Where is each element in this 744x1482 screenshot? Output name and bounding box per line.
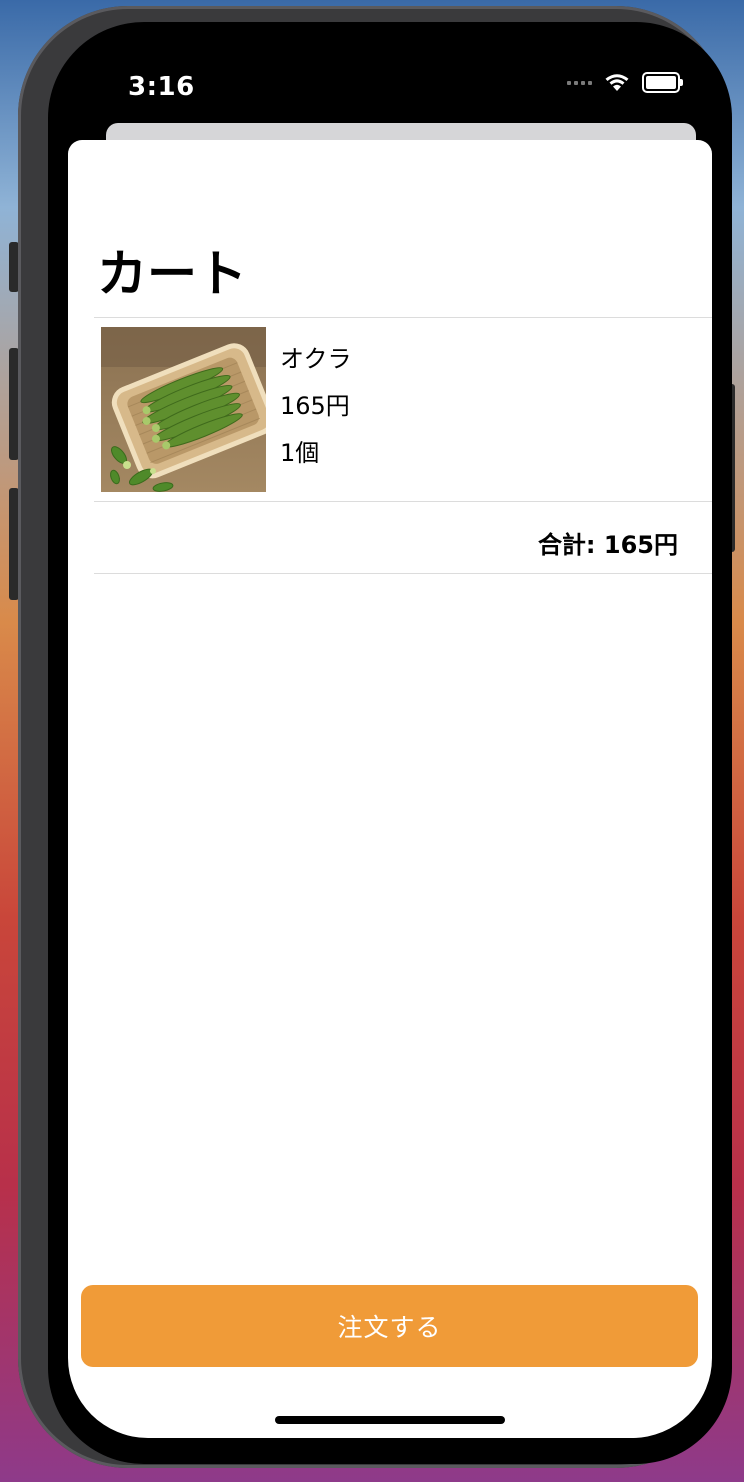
product-image-okra <box>101 327 266 492</box>
screen: 3:16 カート オクラ 165円 1個 合計: 165円 注文する <box>48 22 732 1464</box>
divider <box>94 573 712 574</box>
page-title: カート <box>97 245 247 303</box>
item-quantity: 1個 <box>280 439 320 467</box>
battery-icon <box>642 72 683 93</box>
home-indicator[interactable] <box>275 1416 505 1424</box>
order-button[interactable]: 注文する <box>81 1285 698 1367</box>
item-name: オクラ <box>280 345 352 373</box>
status-icons <box>567 72 683 93</box>
item-price: 165円 <box>280 392 350 420</box>
cart-item[interactable]: オクラ 165円 1個 <box>94 318 712 502</box>
cellular-signal-icon <box>567 80 592 85</box>
item-details: オクラ 165円 1個 <box>280 342 352 483</box>
cart-sheet: カート オクラ 165円 1個 合計: 165円 注文する <box>68 140 712 1438</box>
wifi-icon <box>605 73 629 91</box>
cart-total: 合計: 165円 <box>537 531 678 559</box>
phone-frame: 3:16 カート オクラ 165円 1個 合計: 165円 注文する <box>18 6 732 1468</box>
status-time: 3:16 <box>128 72 195 102</box>
divider <box>94 501 712 502</box>
